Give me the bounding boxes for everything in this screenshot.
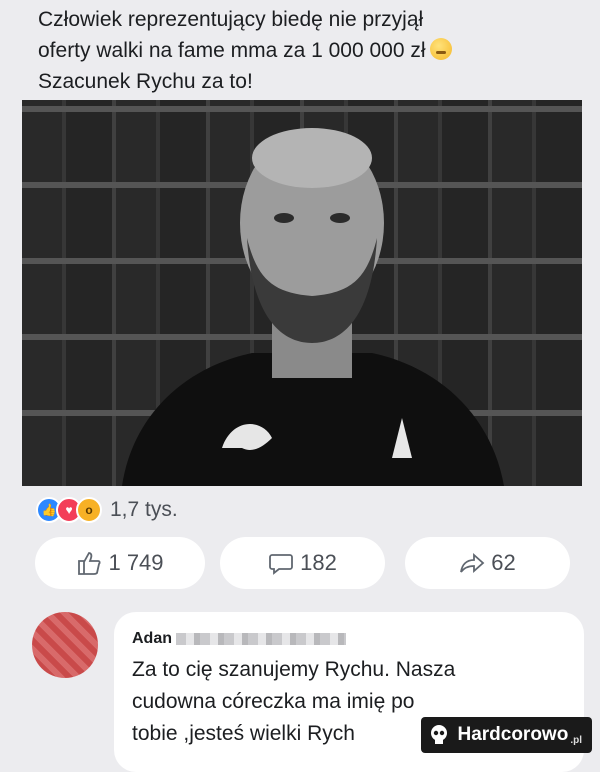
post-photo[interactable] bbox=[22, 100, 582, 486]
thinking-emoji-icon bbox=[429, 38, 452, 60]
like-count: 1 749 bbox=[108, 550, 164, 575]
skull-icon bbox=[431, 725, 448, 744]
post-text-line: oferty walki na fame mma za 1 000 000 zł bbox=[38, 35, 578, 66]
comment-line: cudowna córeczka ma imię po bbox=[132, 690, 415, 713]
post-text-line: Człowiek reprezentujący biedę nie przyją… bbox=[38, 8, 424, 31]
post-text: Człowiek reprezentujący biedę nie przyją… bbox=[38, 4, 578, 97]
share-arrow-icon bbox=[460, 552, 485, 574]
blurred-name bbox=[176, 632, 346, 645]
share-button[interactable]: 62 bbox=[405, 537, 570, 589]
hardcorowo-watermark: Hardcorowo .pl bbox=[421, 717, 592, 753]
comment-button[interactable]: 182 bbox=[220, 537, 385, 589]
like-button[interactable]: 1 749 bbox=[35, 537, 205, 589]
avatar[interactable] bbox=[32, 612, 98, 678]
comment-author[interactable]: Adan bbox=[132, 630, 346, 648]
comment-icon bbox=[269, 554, 294, 575]
thumbs-up-icon bbox=[78, 552, 102, 575]
man-portrait bbox=[122, 128, 504, 486]
reaction-count: 1,7 tys. bbox=[110, 498, 178, 521]
wow-reaction-icon: o bbox=[76, 497, 102, 523]
reactions-summary[interactable]: 👍 ♥ o 1,7 tys. bbox=[36, 495, 178, 525]
watermark-brand: Hardcorowo bbox=[457, 724, 569, 745]
watermark-suffix: .pl bbox=[570, 734, 582, 746]
post-text-line: Szacunek Rychu za to! bbox=[38, 70, 253, 93]
share-count: 62 bbox=[491, 550, 516, 575]
comment-count: 182 bbox=[300, 550, 337, 575]
comment-line: Za to cię szanujemy Rychu. Nasza bbox=[132, 658, 456, 681]
